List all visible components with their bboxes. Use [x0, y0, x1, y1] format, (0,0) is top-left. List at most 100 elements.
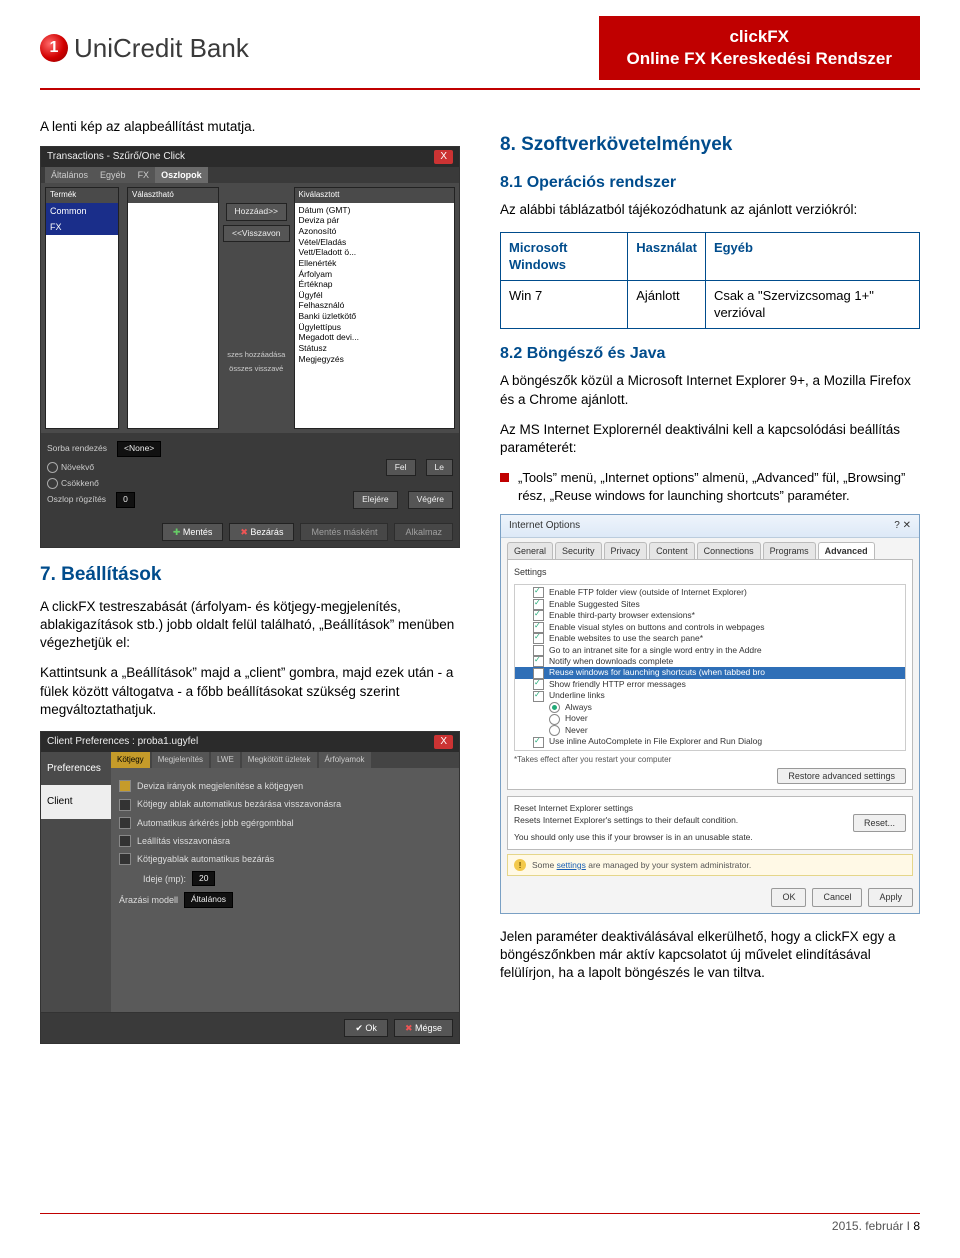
ie-chk[interactable] [533, 737, 544, 748]
col-termek-hdr: Termék [46, 188, 118, 203]
heading-7: 7. Beállítások [40, 562, 460, 588]
btn-bezaras[interactable]: Bezárás [229, 523, 294, 541]
chk-leallitas[interactable] [119, 835, 131, 847]
brand-logo: UniCredit Bank [40, 31, 249, 66]
heading-8-1: 8.1 Operációs rendszer [500, 172, 920, 194]
tab-kotjegy[interactable]: Kötjegy [111, 752, 150, 769]
ie-tab-programs[interactable]: Programs [763, 542, 816, 559]
title-line-2: Online FX Kereskedési Rendszer [627, 48, 893, 70]
ie-tab-connections[interactable]: Connections [697, 542, 761, 559]
ie-help-icon[interactable]: ? ✕ [894, 519, 911, 533]
time-value[interactable]: 20 [192, 871, 215, 886]
para-8-2b: Az MS Internet Explorernél deaktiválni k… [500, 421, 920, 457]
col-kivalasztott-hdr: Kiválasztott [295, 188, 454, 203]
ie-chk[interactable] [533, 599, 544, 610]
ie-radio-hover[interactable] [549, 714, 560, 725]
ie-warn-text: Some settings are managed by your system… [532, 860, 751, 871]
left-column: A lenti kép az alapbeállítást mutatja. T… [40, 118, 460, 1043]
ie-reset-button[interactable]: Reset... [853, 814, 906, 832]
os-th-1: Microsoft Windows [501, 232, 628, 280]
tab-fx[interactable]: FX [132, 167, 156, 183]
add-button[interactable]: Hozzáad>> [226, 203, 287, 220]
right-column: 8. Szoftverkövetelmények 8.1 Operációs r… [500, 118, 920, 1043]
radio-desc[interactable] [47, 478, 58, 489]
sort-label: Sorba rendezés [47, 443, 107, 454]
ie-restore-button[interactable]: Restore advanced settings [777, 768, 906, 784]
tab-arfolyamok[interactable]: Árfolyamok [319, 752, 371, 769]
ie-radio-never[interactable] [549, 725, 560, 736]
ie-tab-advanced[interactable]: Advanced [818, 542, 875, 559]
bullet-item: „Tools” menü, „Internet options” almenü,… [500, 469, 920, 504]
ie-chk[interactable] [533, 691, 544, 702]
ie-chk[interactable] [533, 645, 544, 656]
para-7b: Kattintsunk a „Beállítások” majd a „clie… [40, 664, 460, 719]
radio-asc[interactable] [47, 462, 58, 473]
footer-page: 8 [913, 1219, 920, 1233]
remove-all-link[interactable]: összes visszavé [229, 364, 283, 374]
remove-button[interactable]: <<Visszavon [223, 225, 290, 242]
ie-chk[interactable] [533, 633, 544, 644]
tab-altalanos[interactable]: Általános [45, 167, 94, 183]
page-header: UniCredit Bank clickFX Online FX Kereske… [40, 16, 920, 80]
add-all-link[interactable]: szes hozzáadása [227, 350, 285, 360]
page-footer: 2015. február I 8 [40, 1213, 920, 1234]
header-rule [40, 88, 920, 90]
btn-fel[interactable]: Fel [386, 459, 416, 476]
ie-ok-button[interactable]: OK [771, 888, 806, 906]
close-icon[interactable]: X [434, 150, 453, 164]
chk-auto-bezaras[interactable] [119, 799, 131, 811]
ie-tab-privacy[interactable]: Privacy [604, 542, 648, 559]
side-client[interactable]: Client [41, 785, 111, 819]
os-td-2: Ajánlott [628, 280, 706, 328]
tab-lwe[interactable]: LWE [211, 752, 240, 769]
tab-oszlopok[interactable]: Oszlopok [155, 167, 208, 183]
chk-kotjegyablak-auto[interactable] [119, 853, 131, 865]
ie-chk[interactable] [533, 622, 544, 633]
btn-elejere[interactable]: Elejére [353, 491, 397, 508]
close-icon[interactable]: X [434, 735, 453, 749]
ie-apply-button[interactable]: Apply [868, 888, 913, 906]
warning-icon: ! [514, 859, 526, 871]
termek-common[interactable]: Common [46, 203, 118, 219]
btn-le[interactable]: Le [426, 459, 453, 476]
shot1-title: Transactions - Szűrő/One Click [47, 150, 185, 164]
ie-chk[interactable] [533, 587, 544, 598]
col-valaszthato-hdr: Választható [128, 188, 218, 203]
btn-megse[interactable]: Mégse [394, 1019, 453, 1037]
chk-deviza-iranyok[interactable] [119, 780, 131, 792]
btn-mentes[interactable]: Mentés [162, 523, 224, 541]
time-label: Ideje (mp): [143, 873, 186, 885]
ie-tab-general[interactable]: General [507, 542, 553, 559]
btn-ok[interactable]: ✔ Ok [344, 1019, 388, 1037]
os-table: Microsoft Windows Használat Egyéb Win 7 … [500, 232, 920, 329]
btn-vegere[interactable]: Végére [408, 491, 453, 508]
ie-chk-reuse-windows[interactable] [533, 668, 544, 679]
ie-tab-content[interactable]: Content [649, 542, 695, 559]
os-th-2: Használat [628, 232, 706, 280]
fix-value[interactable]: 0 [116, 492, 135, 507]
ie-title: Internet Options [509, 519, 580, 533]
ie-chk[interactable] [533, 610, 544, 621]
ie-cancel-button[interactable]: Cancel [812, 888, 862, 906]
ie-chk[interactable] [533, 656, 544, 667]
ie-reset-hint: You should only use this if your browser… [514, 832, 753, 843]
btn-alkalmaz[interactable]: Alkalmaz [394, 523, 453, 541]
selected-list: Dátum (GMT) Deviza pár Azonosító Vétel/E… [295, 203, 454, 366]
ie-reset-txt: Resets Internet Explorer's settings to t… [514, 815, 753, 826]
tab-megkotott[interactable]: Megkötött üzletek [242, 752, 317, 769]
side-preferences[interactable]: Preferences [41, 752, 111, 786]
tab-egyeb[interactable]: Egyéb [94, 167, 132, 183]
btn-mentes-maskent[interactable]: Mentés másként [300, 523, 388, 541]
sort-select[interactable]: <None> [117, 441, 161, 456]
ie-radio-always[interactable] [549, 702, 560, 713]
ie-chk[interactable] [533, 679, 544, 690]
model-select[interactable]: Általános [184, 892, 233, 907]
tab-megjelenites[interactable]: Megjelenítés [152, 752, 209, 769]
brand-text: UniCredit Bank [74, 31, 249, 66]
title-box: clickFX Online FX Kereskedési Rendszer [599, 16, 921, 80]
title-line-1: clickFX [627, 26, 893, 48]
termek-fx[interactable]: FX [46, 219, 118, 235]
model-label: Árazási modell [119, 894, 178, 906]
ie-tab-security[interactable]: Security [555, 542, 602, 559]
chk-auto-arkeres[interactable] [119, 817, 131, 829]
